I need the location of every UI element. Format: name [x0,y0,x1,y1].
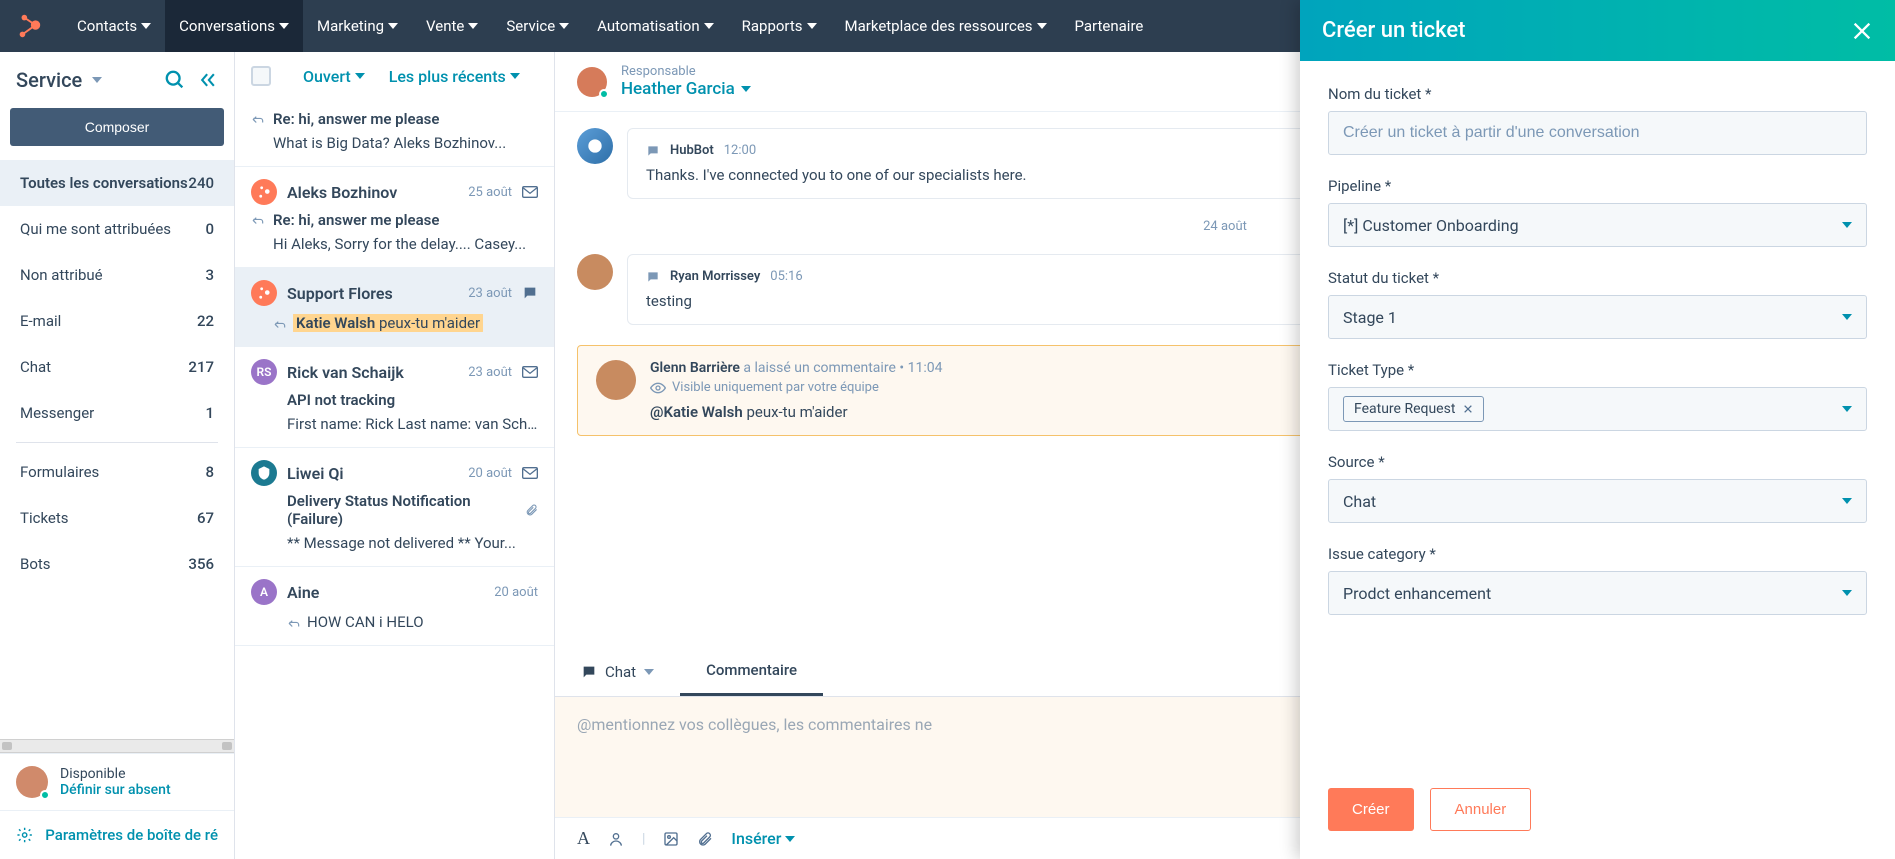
conversation-item[interactable]: A Aine 20 août HOW CAN i HELO [235,567,554,646]
contact-avatar-icon [577,254,613,290]
sidebar-item-tickets[interactable]: Tickets67 [0,495,234,541]
nav-marketplace[interactable]: Marketplace des ressources [831,0,1061,52]
presence-status: Disponible [60,766,171,782]
commenter-avatar-icon [596,360,636,400]
panel-title: Créer un ticket [1322,18,1465,43]
cancel-button[interactable]: Annuler [1430,788,1532,831]
conversation-item[interactable]: RS Rick van Schaijk 23 août API not trac… [235,347,554,448]
pipeline-label: Pipeline * [1328,177,1867,195]
ticket-type-select[interactable]: Feature Request [1328,387,1867,431]
nav-service[interactable]: Service [492,0,583,52]
eye-icon [650,382,666,394]
sidebar-item-messenger[interactable]: Messenger1 [0,390,234,436]
compose-button[interactable]: Composer [10,108,224,146]
status-filter[interactable]: Ouvert [303,67,365,86]
sprocket-avatar-icon [251,179,277,205]
online-status-icon [40,790,50,800]
sidebar-item-bots[interactable]: Bots356 [0,541,234,587]
font-style-icon[interactable]: A [577,828,590,849]
source-label: Source * [1328,453,1867,471]
inbox-settings-link[interactable]: Paramètres de boîte de ré [0,810,234,859]
close-icon[interactable] [1851,20,1873,42]
issue-category-label: Issue category * [1328,545,1867,563]
select-all-checkbox[interactable] [251,66,271,86]
nav-marketing[interactable]: Marketing [303,0,412,52]
envelope-icon [522,467,538,479]
collapse-icon[interactable] [198,70,218,90]
conversation-item[interactable]: Re: hi, answer me please What is Big Dat… [235,100,554,167]
chat-icon [522,285,538,301]
conversation-list: Ouvert Les plus récents Re: hi, answer m… [235,52,555,859]
insert-menu[interactable]: Insérer [731,829,795,848]
gear-icon [16,825,33,845]
reply-icon [287,616,301,630]
conversation-item[interactable]: Support Flores 23 août Katie Walsh peux-… [235,268,554,347]
personalize-icon[interactable] [608,831,624,847]
create-button[interactable]: Créer [1328,788,1414,831]
inbox-switcher[interactable]: Service [16,68,152,92]
contact-avatar: A [251,579,277,605]
nav-sales[interactable]: Vente [412,0,492,52]
composer-tab-comment[interactable]: Commentaire [680,647,823,696]
contact-avatar [251,460,277,486]
sidebar-item-chat[interactable]: Chat217 [0,344,234,390]
ticket-name-label: Nom du ticket * [1328,85,1867,103]
composer-tab-chat[interactable]: Chat [555,647,680,696]
chat-icon [581,664,597,680]
image-icon[interactable] [663,831,679,847]
status-label: Statut du ticket * [1328,269,1867,287]
ticket-type-chip[interactable]: Feature Request [1343,396,1484,422]
chat-icon [646,270,660,284]
issue-category-select[interactable]: Prodct enhancement [1328,571,1867,615]
nav-contacts[interactable]: Contacts [63,0,165,52]
reply-icon [273,317,287,331]
search-icon[interactable] [164,69,186,91]
sidebar-item-forms[interactable]: Formulaires8 [0,449,234,495]
create-ticket-panel: Créer un ticket Nom du ticket * Pipeline… [1300,0,1895,859]
sort-filter[interactable]: Les plus récents [389,67,520,86]
reply-icon [251,112,265,126]
sidebar-item-all[interactable]: Toutes les conversations240 [0,160,234,206]
envelope-icon [522,366,538,378]
conversation-item[interactable]: Aleks Bozhinov 25 août Re: hi, answer me… [235,167,554,268]
nav-conversations[interactable]: Conversations [165,0,303,52]
presence-toggle[interactable]: Définir sur absent [60,782,171,798]
envelope-icon [522,186,538,198]
bot-avatar-icon [577,128,613,164]
sidebar-item-unassigned[interactable]: Non attribué3 [0,252,234,298]
hubspot-logo-icon [15,12,43,40]
ticket-type-label: Ticket Type * [1328,361,1867,379]
online-status-icon [599,89,609,99]
ticket-name-input[interactable] [1328,111,1867,155]
remove-chip-icon[interactable] [1463,404,1473,414]
pipeline-select[interactable]: [*] Customer Onboarding [1328,203,1867,247]
contact-avatar: RS [251,359,277,385]
presence-widget: Disponible Définir sur absent [0,753,234,810]
conversation-item[interactable]: Liwei Qi 20 août Delivery Status Notific… [235,448,554,567]
nav-automation[interactable]: Automatisation [583,0,727,52]
chat-icon [646,144,660,158]
sidebar-scrollbar[interactable] [0,739,234,753]
reply-icon [251,213,265,227]
source-select[interactable]: Chat [1328,479,1867,523]
nav-partner[interactable]: Partenaire [1061,0,1158,52]
owner-picker[interactable]: Heather Garcia [621,79,751,99]
attachment-icon[interactable] [697,831,713,847]
attachment-icon [525,503,538,517]
status-select[interactable]: Stage 1 [1328,295,1867,339]
owner-label: Responsable [621,64,751,79]
sidebar-item-assigned[interactable]: Qui me sont attribuées0 [0,206,234,252]
sidebar-item-email[interactable]: E-mail22 [0,298,234,344]
nav-reports[interactable]: Rapports [728,0,831,52]
inbox-sidebar: Service Composer Toutes les conversation… [0,52,235,859]
sprocket-avatar-icon [251,280,277,306]
